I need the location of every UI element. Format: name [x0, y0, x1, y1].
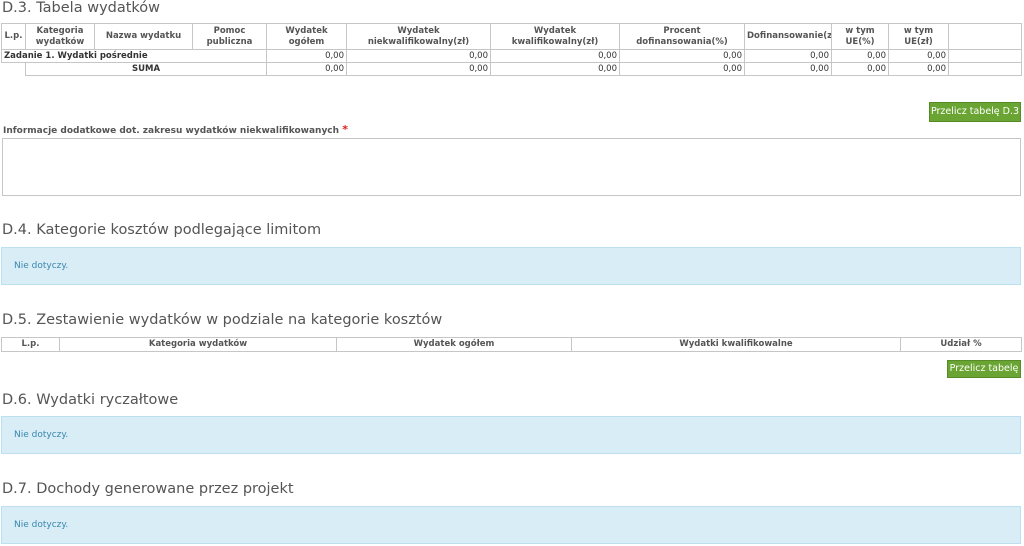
- col-header: Pomoc publiczna: [192, 23, 267, 50]
- cell-value: 0,00: [744, 49, 832, 63]
- cell-value: 0,00: [619, 62, 745, 76]
- col-header: w tym UE(%): [831, 23, 889, 50]
- cell-value: 0,00: [831, 62, 889, 76]
- cell-value: 0,00: [266, 49, 347, 63]
- table-row-task: Zadanie 1. Wydatki pośrednie 0,00 0,00 0…: [1, 49, 1022, 63]
- section-title-d4: D.4. Kategorie kosztów podlegające limit…: [2, 222, 322, 238]
- table-row-sum: SUMA 0,00 0,00 0,00 0,00 0,00 0,00 0,00: [2, 62, 1022, 76]
- cell-empty: [2, 63, 26, 76]
- sum-label: SUMA: [25, 62, 267, 76]
- col-header: Wydatek ogółem: [266, 23, 347, 50]
- extra-info-textarea[interactable]: [2, 138, 1021, 196]
- col-header: Wydatek niekwalifikowalny(zł): [346, 23, 491, 50]
- col-header: L.p.: [1, 23, 26, 50]
- cell-value: 0,00: [831, 49, 889, 63]
- expenses-table: L.p. Kategoria wydatków Nazwa wydatku Po…: [1, 23, 1022, 76]
- table-header-row: L.p. Kategoria wydatków Nazwa wydatku Po…: [1, 23, 1022, 50]
- cell-empty: [948, 62, 1022, 76]
- section-title-d6: D.6. Wydatki ryczałtowe: [2, 392, 179, 408]
- col-header: Procent dofinansowania(%): [619, 23, 745, 50]
- cell-value: 0,00: [490, 62, 620, 76]
- col-header: Kategoria wydatków: [59, 337, 337, 352]
- task-label: Zadanie 1. Wydatki pośrednie: [1, 49, 267, 63]
- section-title-d3: D.3. Tabela wydatków: [2, 0, 161, 16]
- col-header: Wydatek kwalifikowalny(zł): [490, 23, 620, 50]
- extra-info-label-text: Informacje dodatkowe dot. zakresu wydatk…: [3, 126, 340, 136]
- table-header-row: L.p. Kategoria wydatków Wydatek ogółem W…: [1, 337, 1022, 352]
- section-title-d5: D.5. Zestawienie wydatków w podziale na …: [2, 312, 443, 328]
- col-header: L.p.: [1, 337, 60, 352]
- cell-value: 0,00: [744, 62, 832, 76]
- d6-note: Nie dotyczy.: [1, 416, 1021, 454]
- extra-info-label: Informacje dodatkowe dot. zakresu wydatk…: [3, 123, 348, 136]
- cell-value: 0,00: [346, 62, 491, 76]
- cell-value: 0,00: [888, 62, 949, 76]
- recalc-d3-button[interactable]: Przelicz tabelę D.3: [929, 102, 1021, 122]
- d7-note: Nie dotyczy.: [1, 506, 1021, 544]
- section-title-d7: D.7. Dochody generowane przez projekt: [2, 481, 294, 497]
- recalc-d5-button[interactable]: Przelicz tabelę: [947, 360, 1021, 378]
- cell-empty: [948, 49, 1022, 63]
- d4-note: Nie dotyczy.: [1, 247, 1021, 285]
- col-header: Udział %: [900, 337, 1022, 352]
- col-header: Nazwa wydatku: [94, 23, 193, 50]
- required-marker: *: [342, 123, 348, 136]
- col-header-empty: [948, 23, 1022, 50]
- col-header: Wydatek ogółem: [336, 337, 572, 352]
- cell-value: 0,00: [490, 49, 620, 63]
- cell-value: 0,00: [266, 62, 347, 76]
- col-header: Dofinansowanie(zł): [744, 23, 832, 50]
- cell-value: 0,00: [346, 49, 491, 63]
- col-header: w tym UE(zł): [888, 23, 949, 50]
- col-header: Wydatki kwalifikowalne: [571, 337, 901, 352]
- cost-category-table: L.p. Kategoria wydatków Wydatek ogółem W…: [1, 337, 1022, 352]
- col-header: Kategoria wydatków: [25, 23, 95, 50]
- cell-value: 0,00: [888, 49, 949, 63]
- cell-value: 0,00: [619, 49, 745, 63]
